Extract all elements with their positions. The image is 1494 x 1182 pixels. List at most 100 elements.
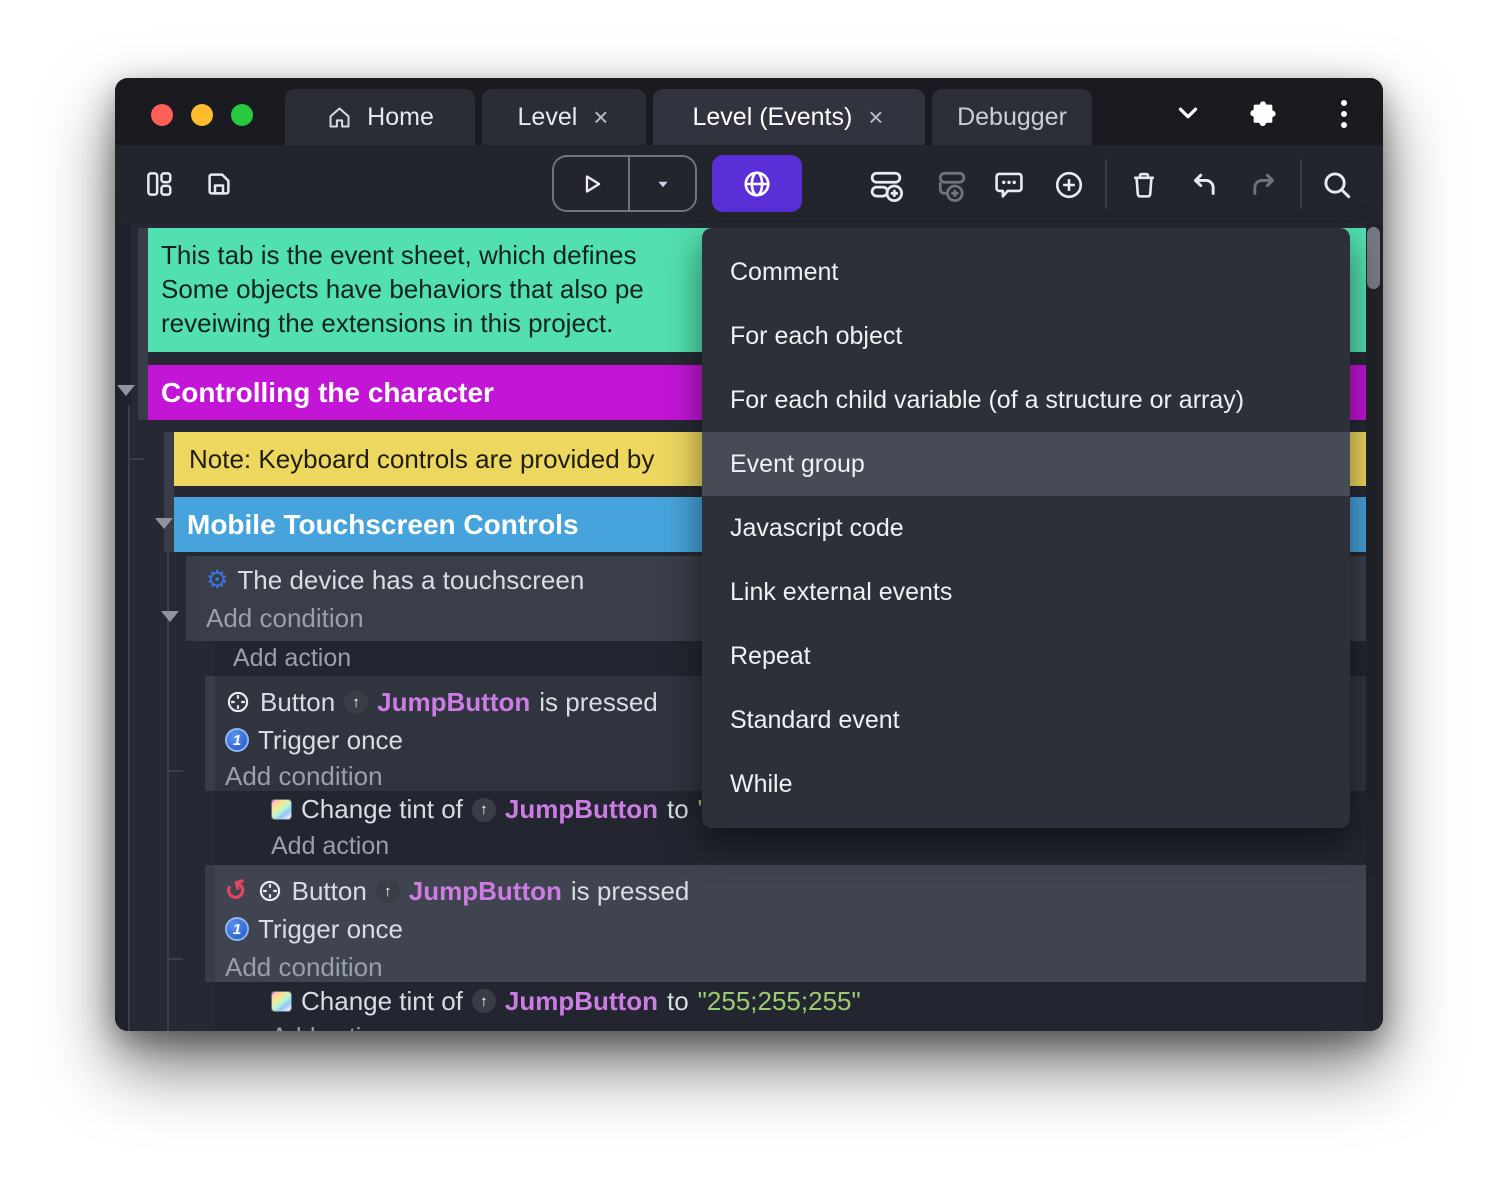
button-object-icon [225,689,251,715]
delete-trash-icon[interactable] [1127,168,1161,202]
group-title: Mobile Touchscreen Controls [187,508,579,540]
tint-icon [271,799,292,820]
jumpbutton-arrow-icon: ↑ [471,989,496,1013]
add-event-context-menu: Comment For each object For each child v… [702,228,1350,828]
tint-icon [271,990,292,1012]
add-plus-circle-icon[interactable] [1052,168,1086,202]
indent-rail [205,865,215,982]
tab-level[interactable]: Level × [482,89,646,145]
zoom-window-button[interactable] [231,104,253,126]
inverted-condition-icon: ↺ [221,873,251,908]
predicate-text: is pressed [539,686,658,717]
redo-icon[interactable] [1247,168,1281,202]
play-button[interactable] [554,157,631,210]
play-dropdown-caret[interactable] [630,157,695,210]
screenshot-stage: Home Level × Level (Events) × Debugger T… [0,0,1494,1182]
scrollbar-thumb[interactable] [1367,227,1380,289]
condition-text: The device has a touchscreen [237,564,585,595]
jumpbutton-arrow-icon: ↑ [471,797,496,822]
menu-item-standard-event[interactable]: Standard event [702,688,1350,752]
add-event-icon[interactable] [868,167,904,203]
tab-label: Level (Events) [692,102,853,131]
menu-item-link-external-events[interactable]: Link external events [702,560,1350,624]
instance-name: JumpButton [408,875,562,906]
tab-label: Home [367,102,434,131]
close-icon[interactable]: × [866,104,885,130]
trigger-once-icon: 1 [225,728,249,752]
add-action-link[interactable]: Add action [271,1023,389,1032]
add-action-row[interactable]: Add action [215,1020,1366,1031]
add-action-link[interactable]: Add action [233,644,351,673]
addons-puzzle-icon[interactable] [1247,98,1279,130]
menu-item-comment[interactable]: Comment [702,240,1350,304]
tab-level-events[interactable]: Level (Events) × [653,89,925,145]
tree-tick [167,958,183,960]
traffic-lights [151,104,253,126]
add-comment-icon[interactable] [992,168,1026,202]
collapse-triangle[interactable] [117,385,135,396]
tab-home[interactable]: Home [285,89,475,145]
collapse-triangle[interactable] [155,518,173,529]
add-action-row[interactable]: Add action [215,828,1366,865]
minimize-window-button[interactable] [191,104,213,126]
object-text: Button [291,875,367,906]
indent-rail [138,228,148,420]
menu-item-while[interactable]: While [702,752,1350,816]
close-window-button[interactable] [151,104,173,126]
tree-tick [167,770,183,772]
close-icon[interactable]: × [591,104,610,130]
change-tint-action[interactable]: Change tint of ↑ JumpButton to "255;255;… [215,982,1366,1020]
kebab-menu-icon[interactable] [1341,100,1347,128]
indent-rail [205,676,215,791]
instance-name: JumpButton [504,985,658,1016]
globe-icon [740,167,774,201]
tint-value: "255;255;255" [697,985,861,1016]
preview-play-split-button [552,155,697,212]
add-condition-link[interactable]: Add condition [225,952,383,983]
tree-guide-line [128,405,130,1031]
menu-item-for-each-child-variable[interactable]: For each child variable (of a structure … [702,368,1350,432]
add-action-link[interactable]: Add action [271,832,389,861]
menu-item-javascript-code[interactable]: Javascript code [702,496,1350,560]
tab-label: Debugger [957,102,1067,131]
instance-name: JumpButton [504,794,658,824]
toolbar-separator [1300,159,1302,209]
add-condition-link[interactable]: Add condition [225,761,383,792]
jumpbutton-arrow-icon: ↑ [344,690,369,714]
jumpbutton-arrow-icon: ↑ [375,879,400,903]
event-block-button-not-pressed[interactable]: ↺ Button ↑ JumpButton is pressed 1 Trigg… [215,865,1366,982]
gear-icon: ⚙ [206,565,229,594]
predicate-text: is pressed [570,875,690,906]
add-subevent-icon[interactable] [932,167,968,203]
tab-debugger[interactable]: Debugger [932,89,1092,145]
menu-item-event-group[interactable]: Event group [702,432,1350,496]
home-icon [326,104,353,131]
note-text: Note: Keyboard controls are provided by [189,443,655,474]
toolbar-separator [1105,159,1107,209]
layout-panels-icon[interactable] [144,169,174,199]
chevron-down-icon[interactable] [1173,98,1203,128]
button-object-icon [257,878,283,904]
tab-bar: Home Level × Level (Events) × Debugger [285,89,1092,145]
undo-icon[interactable] [1187,168,1221,202]
search-icon[interactable] [1320,168,1354,202]
collapse-triangle[interactable] [161,611,179,622]
add-condition-link[interactable]: Add condition [206,603,364,634]
scrollbar-track[interactable] [1366,223,1383,1031]
action-text: Change tint of [301,794,463,824]
app-window: Home Level × Level (Events) × Debugger T… [115,78,1383,1031]
save-icon[interactable] [204,169,234,199]
trigger-text: Trigger once [258,724,403,755]
titlebar: Home Level × Level (Events) × Debugger [115,78,1383,145]
group-title: Controlling the character [161,376,494,408]
remote-preview-globe-button[interactable] [712,155,802,212]
menu-item-repeat[interactable]: Repeat [702,624,1350,688]
trigger-once-icon: 1 [225,917,249,941]
indent-rail [186,556,196,641]
indent-rail [164,432,174,552]
toolbar [115,145,1383,223]
to-text: to [666,985,689,1016]
instance-name: JumpButton [377,686,531,717]
menu-item-for-each-object[interactable]: For each object [702,304,1350,368]
action-text: Change tint of [301,985,463,1016]
